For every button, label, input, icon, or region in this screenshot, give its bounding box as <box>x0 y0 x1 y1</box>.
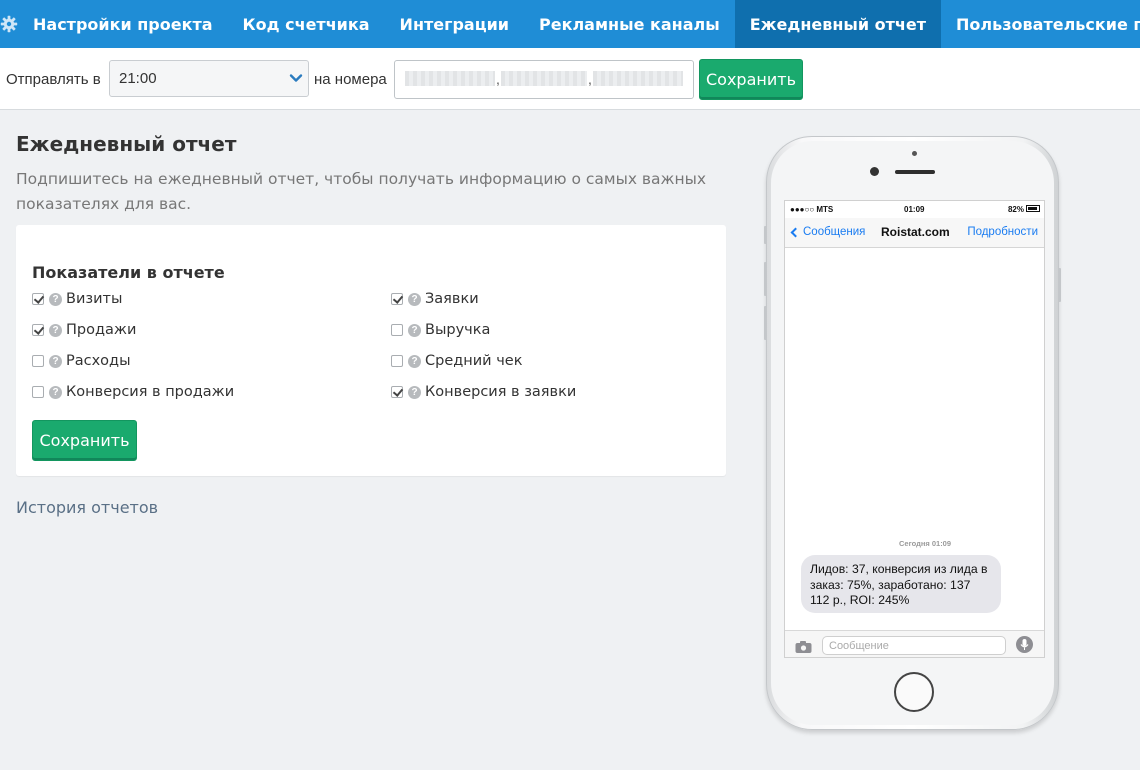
message-input: Сообщение <box>822 636 1006 655</box>
separator: , <box>588 71 592 87</box>
phone-power-button <box>1058 268 1061 302</box>
help-icon[interactable]: ? <box>408 385 421 399</box>
send-at-label: Отправлять в <box>6 71 101 88</box>
metric-option-visits[interactable]: ? Визиты <box>32 289 122 309</box>
status-bar: ●●●○○ MTS 01:09 82% <box>785 201 1044 218</box>
phone-mute-switch <box>764 226 767 244</box>
metric-option-revenue[interactable]: ? Выручка <box>391 320 490 340</box>
phone-volume-down <box>764 306 767 340</box>
metric-label: Конверсия в заявки <box>425 384 577 400</box>
redacted-number <box>501 71 587 86</box>
help-icon[interactable]: ? <box>49 354 62 368</box>
metric-label: Конверсия в продажи <box>66 384 235 400</box>
checkbox[interactable] <box>32 355 44 367</box>
help-icon[interactable]: ? <box>49 323 62 337</box>
page-title: Ежедневный отчет <box>16 132 237 156</box>
redacted-number <box>593 71 683 86</box>
phone-speaker <box>895 170 935 174</box>
status-time: 01:09 <box>904 205 925 214</box>
help-icon[interactable]: ? <box>408 323 421 337</box>
phone-screen: ●●●○○ MTS 01:09 82% Сообщения Roistat.co… <box>784 200 1045 658</box>
separator: , <box>496 71 500 87</box>
metric-option-requests[interactable]: ? Заявки <box>391 289 479 309</box>
tab-counter-code[interactable]: Код счетчика <box>228 0 385 48</box>
back-button: Сообщения <box>790 226 865 238</box>
gear-icon[interactable] <box>0 0 18 48</box>
help-icon[interactable]: ? <box>49 385 62 399</box>
checkbox[interactable] <box>391 355 403 367</box>
phone-home-button <box>894 672 934 712</box>
redacted-number <box>405 71 495 86</box>
tab-integrations[interactable]: Интеграции <box>385 0 524 48</box>
chevron-down-icon <box>288 70 304 91</box>
metric-option-expenses[interactable]: ? Расходы <box>32 351 131 371</box>
save-send-settings-button[interactable]: Сохранить <box>699 59 803 100</box>
back-label: Сообщения <box>803 226 866 238</box>
tab-user-rights[interactable]: Пользовательские права <box>941 0 1140 48</box>
send-settings-bar: Отправлять в 21:00 на номера , , Сохрани… <box>0 48 1140 110</box>
metric-label: Заявки <box>425 291 479 307</box>
metric-label: Визиты <box>66 291 123 307</box>
metric-option-sales[interactable]: ? Продажи <box>32 320 136 340</box>
time-select-value: 21:00 <box>119 70 157 87</box>
checkbox[interactable] <box>32 293 44 305</box>
metric-label: Продажи <box>66 322 137 338</box>
microphone-icon <box>1016 636 1033 653</box>
help-icon[interactable]: ? <box>49 292 62 306</box>
phone-camera <box>870 167 879 176</box>
metric-option-avg-check[interactable]: ? Средний чек <box>391 351 522 371</box>
checkbox[interactable] <box>391 324 403 336</box>
checkbox[interactable] <box>32 324 44 336</box>
phone-sensor <box>912 151 917 156</box>
checkbox[interactable] <box>391 386 403 398</box>
metric-option-sales-conversion[interactable]: ? Конверсия в продажи <box>32 382 234 402</box>
message-bubble: Лидов: 37, конверсия из лида в заказ: 75… <box>801 555 1001 613</box>
camera-icon <box>795 640 812 657</box>
checkbox[interactable] <box>32 386 44 398</box>
tab-project-settings[interactable]: Настройки проекта <box>18 0 228 48</box>
help-icon[interactable]: ? <box>408 354 421 368</box>
numbers-label: на номера <box>314 71 387 88</box>
phone-numbers-input[interactable]: , , <box>394 60 694 99</box>
save-metrics-button[interactable]: Сохранить <box>32 420 137 461</box>
chevron-left-icon <box>790 227 801 237</box>
carrier: ●●●○○ MTS <box>790 205 834 214</box>
page-intro: Подпишитесь на ежедневный отчет, чтобы п… <box>16 170 707 213</box>
tab-daily-report[interactable]: Ежедневный отчет <box>734 0 942 48</box>
message-composer: Сообщение <box>785 630 1044 657</box>
battery-percent: 82% <box>1007 205 1024 214</box>
details-button: Подробности <box>967 226 1038 238</box>
checkbox[interactable] <box>391 293 403 305</box>
report-history-link[interactable]: История отчетов <box>16 498 158 517</box>
top-nav: Настройки проекта Код счетчика Интеграци… <box>0 0 1140 48</box>
metric-option-requests-conversion[interactable]: ? Конверсия в заявки <box>391 382 576 402</box>
contact-name: Roistat.com <box>881 225 950 239</box>
messages-navbar: Сообщения Roistat.com Подробности <box>785 218 1044 248</box>
battery-icon <box>1026 205 1040 212</box>
metrics-card: Показатели в отчете ? Визиты ? Заявки ? … <box>16 225 726 476</box>
phone-volume-up <box>764 262 767 296</box>
time-select[interactable]: 21:00 <box>109 60 309 97</box>
help-icon[interactable]: ? <box>408 292 421 306</box>
metric-label: Выручка <box>425 322 491 338</box>
metric-label: Расходы <box>66 353 131 369</box>
metrics-title: Показатели в отчете <box>32 263 225 282</box>
metric-label: Средний чек <box>425 353 523 369</box>
message-timestamp: Сегодня 01:09 <box>899 539 952 548</box>
tab-ad-channels[interactable]: Рекламные каналы <box>524 0 735 48</box>
